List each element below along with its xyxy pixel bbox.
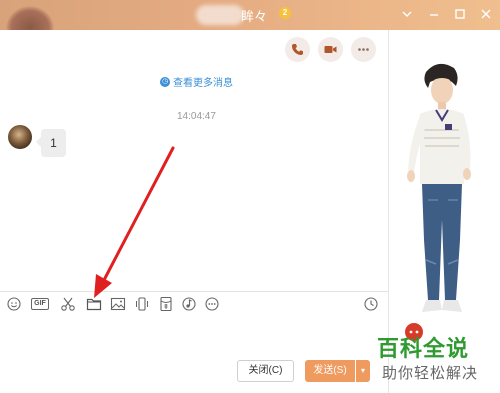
watermark-subtitle: 助你轻松解决: [382, 364, 479, 382]
show-avatar-figure: [407, 63, 471, 312]
watermark-title: 百科全说: [377, 337, 470, 362]
